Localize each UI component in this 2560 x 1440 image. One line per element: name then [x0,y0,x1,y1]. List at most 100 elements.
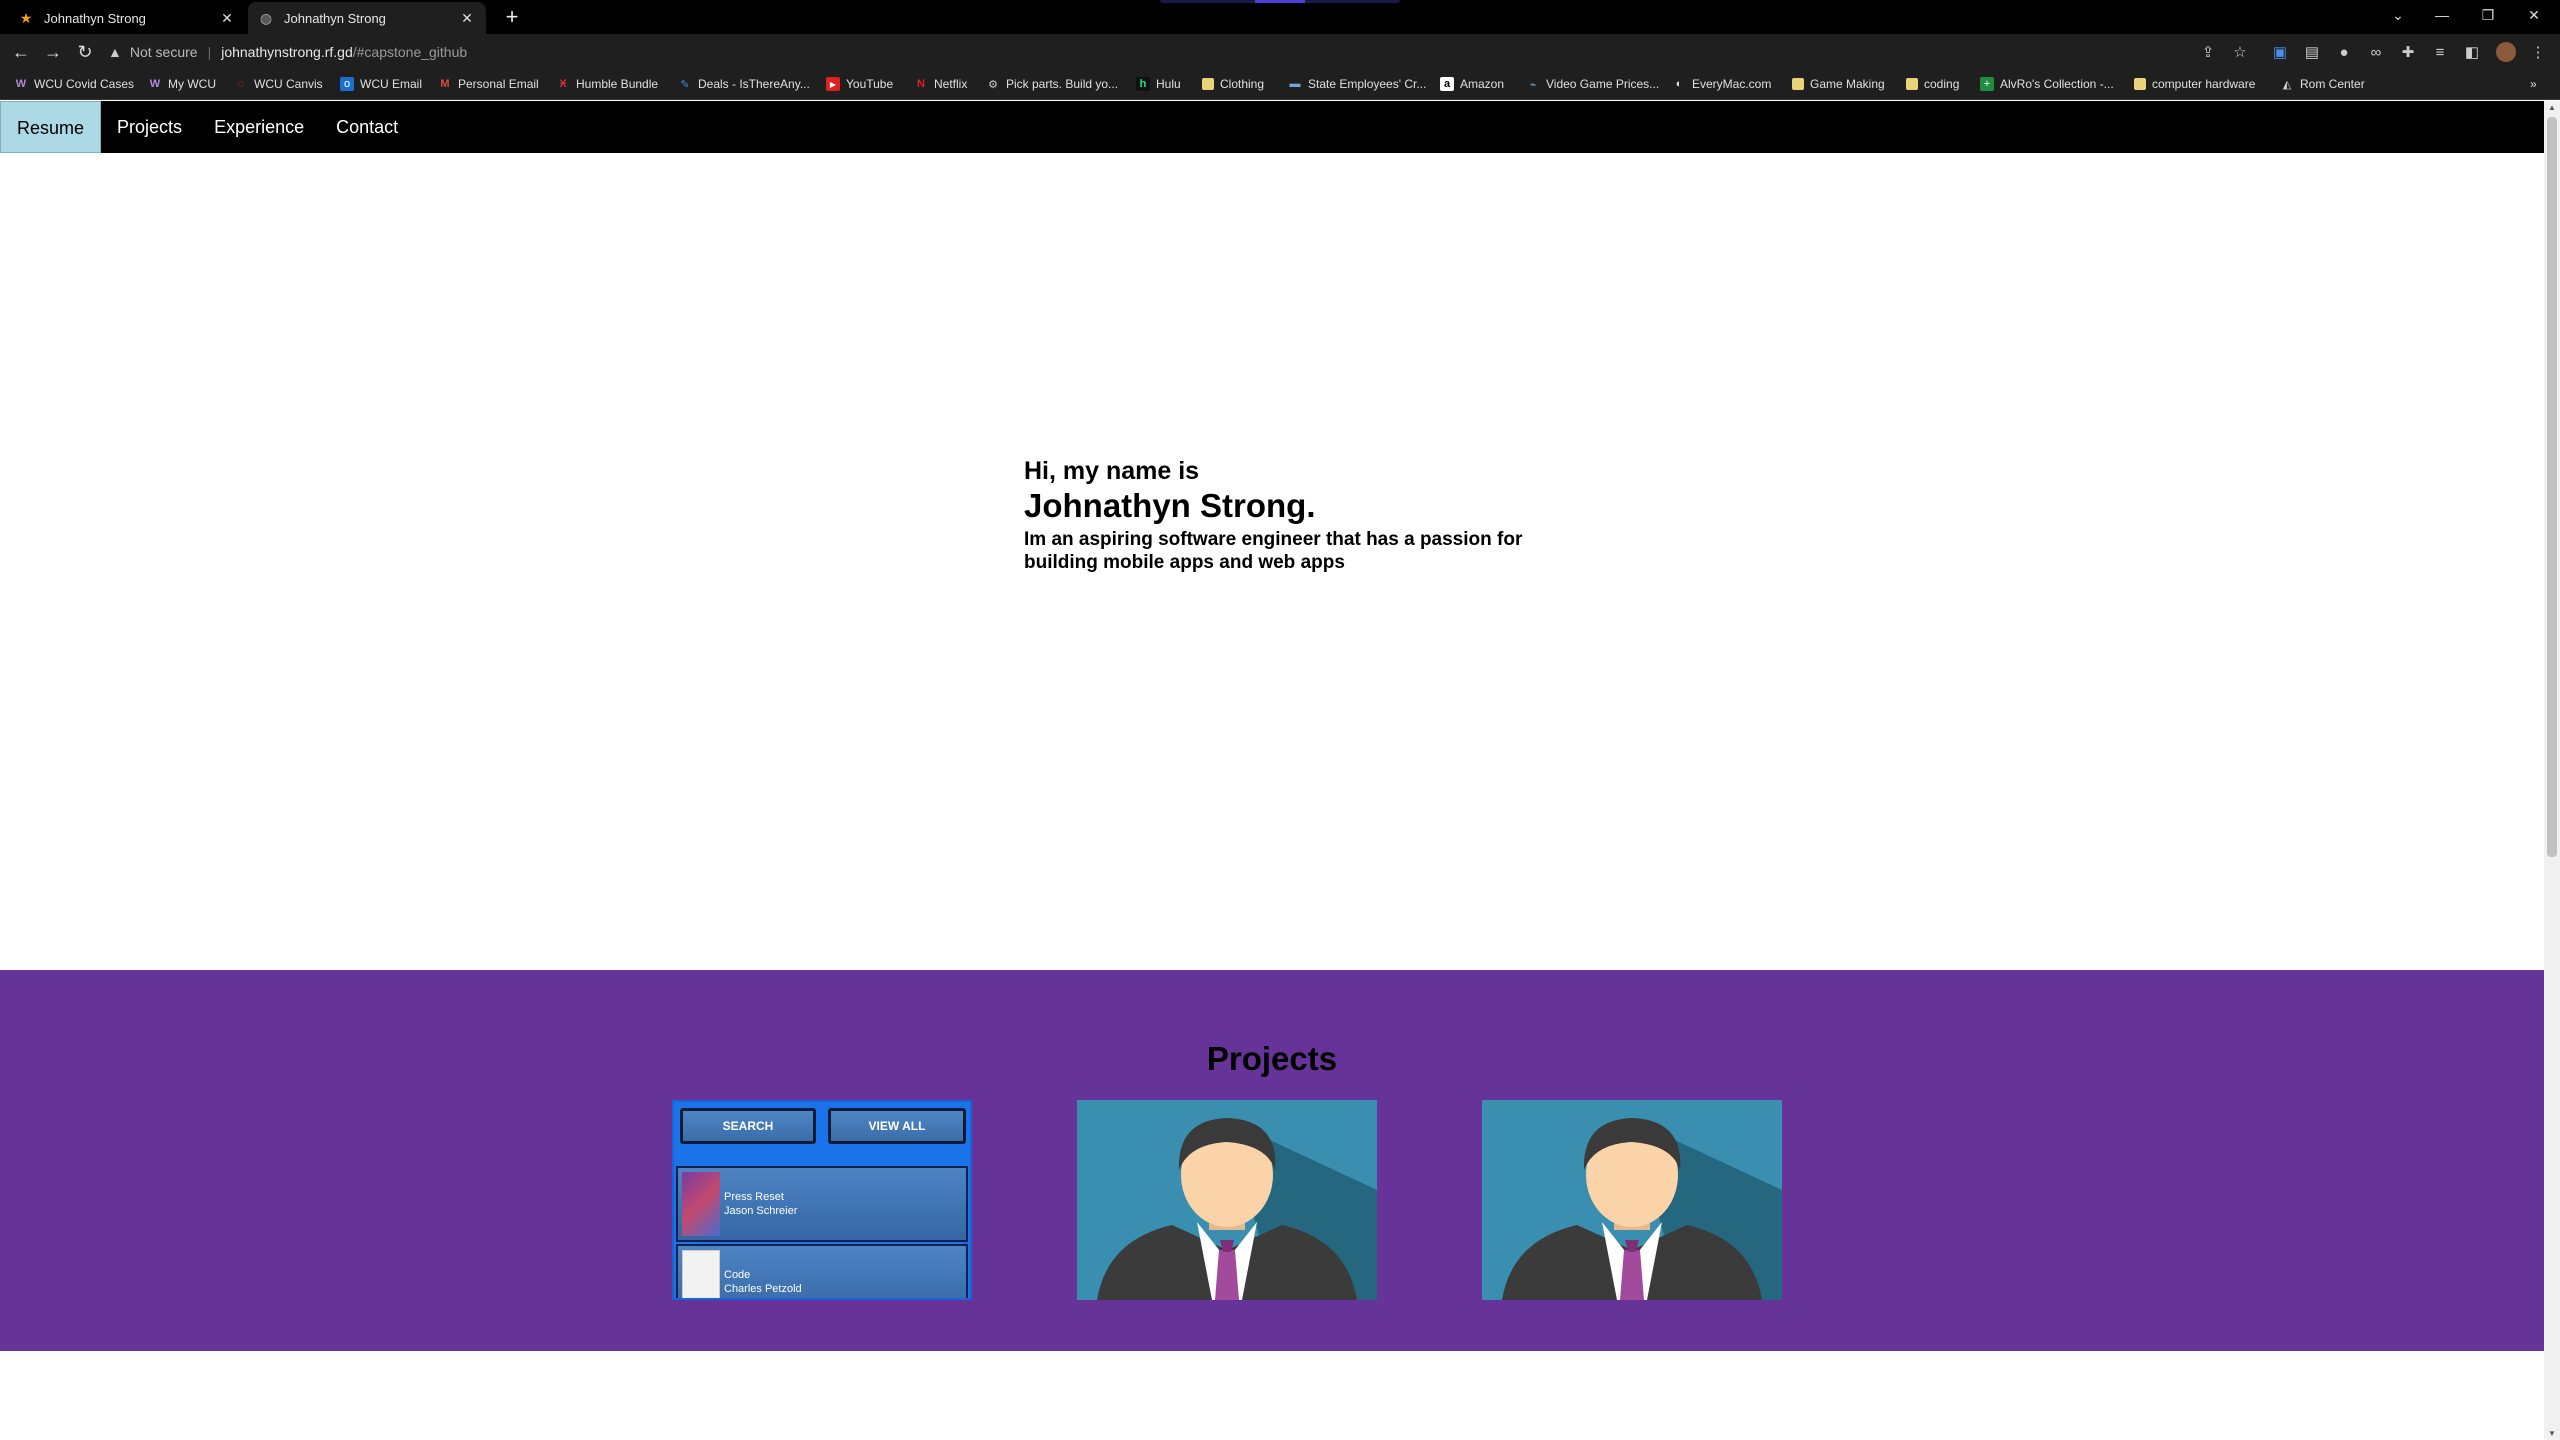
folder-icon [2134,78,2146,90]
book-cover-image [682,1250,720,1298]
bookmark-folder[interactable]: Clothing [1202,74,1264,94]
site-nav: Resume Projects Experience Contact [0,101,2544,153]
close-tab-icon[interactable]: ✕ [458,9,476,27]
bookmark-label: State Employees' Cr... [1308,77,1427,91]
book-title: Code [724,1269,751,1281]
glasses-extension-icon[interactable]: ∞ [2366,42,2386,62]
bookmark-item[interactable]: N Netflix [914,74,967,94]
window-drag-indicator [1160,0,1400,3]
side-panel-icon[interactable]: ◧ [2462,42,2482,62]
pcpartpicker-icon: ⚙ [988,78,998,91]
star-favicon-icon: ★ [19,9,33,26]
book-author: Charles Petzold [724,1283,802,1295]
scroll-down-arrow-icon[interactable]: ▼ [2548,1429,2556,1438]
close-window-icon[interactable]: ✕ [2512,0,2556,30]
hero-greeting: Hi, my name is [1024,457,1200,485]
hero-intro: Hi, my name is Johnathyn Strong. Im an a… [1024,456,1544,574]
back-arrow-icon[interactable]: ← [8,39,34,65]
kebab-menu-icon[interactable]: ⋮ [2528,42,2548,62]
bookmark-label: Netflix [934,77,968,91]
nav-resume[interactable]: Resume [0,101,102,153]
bookmark-label: Hulu [1156,77,1181,91]
nav-experience[interactable]: Experience [198,101,320,153]
url-host: johnathynstrong.rf.gd [221,44,353,60]
bank-icon: ▬ [1289,78,1301,90]
bookmark-label: EveryMac.com [1692,77,1772,91]
netflix-icon: N [917,78,925,90]
address-bar[interactable]: ▲ Not secure | johnathynstrong.rf.gd /#c… [108,38,2248,66]
bookmark-item[interactable]: W My WCU [148,74,216,94]
bookmark-item[interactable]: + AlvRo's Collection -... [1980,74,2114,94]
project-card-placeholder[interactable] [1077,1100,1377,1300]
extension-circle-icon[interactable]: ● [2334,42,2354,62]
page-scrollbar[interactable]: ▲ ▼ [2544,101,2560,1440]
game-icon: ⌁ [1529,78,1537,91]
bookmark-label: Personal Email [458,77,539,91]
new-tab-button[interactable]: + [500,6,524,30]
app-view-all-button: VIEW ALL [828,1108,966,1144]
profile-avatar-icon[interactable] [2496,42,2516,62]
bookmark-item[interactable]: Ӿ Humble Bundle [556,74,658,94]
tab-title: Johnathyn Strong [284,10,386,26]
scroll-up-arrow-icon[interactable]: ▲ [2548,103,2556,112]
translate-extension-icon[interactable]: ▣ [2270,42,2290,62]
reading-list-icon[interactable]: ≡ [2430,42,2450,62]
bookmark-item[interactable]: ⚙ Pick parts. Build yo... [986,74,1118,94]
bookmark-label: YouTube [846,77,894,91]
nav-projects[interactable]: Projects [101,101,198,153]
outlook-icon: o [340,77,354,91]
app-book-row: Press Reset Jason Schreier [676,1166,968,1242]
bookmark-item[interactable]: M Personal Email [438,74,539,94]
bookmark-item[interactable]: ◐ EveryMac.com [1672,74,1772,94]
hero-tagline: Im an aspiring software engineer that ha… [1024,529,1523,573]
forward-arrow-icon[interactable]: → [40,39,66,65]
bookmark-folder[interactable]: coding [1906,74,1959,94]
bookmark-star-icon[interactable]: ☆ [2230,42,2250,62]
bookmark-item[interactable]: ▶ YouTube [826,74,893,94]
bookmark-folder[interactable]: computer hardware [2134,74,2255,94]
tab-search-chevron-icon[interactable]: ⌄ [2376,0,2420,30]
bookmark-item[interactable]: o WCU Email [340,74,422,94]
browser-tab[interactable]: ★ Johnathyn Strong ✕ [8,2,246,34]
project-card-book-app[interactable]: SEARCH VIEW ALL Press Reset Jason Schrei… [672,1100,972,1300]
bookmark-item[interactable]: a Amazon [1440,74,1504,94]
person-avatar-icon [1482,1100,1782,1300]
bookmark-folder[interactable]: Game Making [1792,74,1885,94]
hero-name: Johnathyn Strong. [1024,487,1316,524]
more-bookmarks-icon[interactable]: » [2530,74,2537,94]
bookmark-item[interactable]: ✎ Deals - IsThereAny... [678,74,809,94]
puzzle-extensions-icon[interactable]: ✚ [2398,42,2418,62]
bookmark-label: Pick parts. Build yo... [1006,77,1119,91]
security-label: Not secure [129,44,198,60]
browser-toolbar: ← → ↻ ▲ Not secure | johnathynstrong.rf.… [0,34,2560,68]
minimize-icon[interactable]: — [2420,0,2464,30]
browser-tab-active[interactable]: ◍ Johnathyn Strong ✕ [248,2,486,34]
bookmark-label: Video Game Prices... [1546,77,1660,91]
bookmark-item[interactable]: ⌁ Video Game Prices... [1526,74,1659,94]
globe-favicon-icon: ◍ [259,9,273,26]
project-card-placeholder[interactable] [1482,1100,1782,1300]
canvas-icon: ◌ [237,78,245,90]
share-icon[interactable]: ⇪ [2198,42,2218,62]
reload-icon[interactable]: ↻ [72,39,98,65]
close-tab-icon[interactable]: ✕ [218,9,236,27]
bookmark-label: Rom Center [2300,77,2365,91]
bookmark-item[interactable]: ◌ WCU Canvis [234,74,323,94]
nav-contact[interactable]: Contact [320,101,414,153]
bookmark-label: Game Making [1810,77,1885,91]
folder-icon [1792,78,1804,90]
humble-icon: Ӿ [559,78,567,90]
deals-icon: ✎ [680,78,690,91]
bookmark-label: Clothing [1220,77,1265,91]
bookmark-item[interactable]: h Hulu [1136,74,1181,94]
app-book-row: Code Charles Petzold [676,1244,968,1298]
bookmark-label: My WCU [168,77,216,91]
hulu-icon: h [1136,77,1150,91]
extension-icon[interactable]: ▤ [2302,42,2322,62]
bookmark-item[interactable]: W WCU Covid Cases [14,74,134,94]
sheets-icon: + [1980,77,1994,91]
bookmark-item[interactable]: ▬ State Employees' Cr... [1288,74,1427,94]
scrollbar-thumb[interactable] [2547,117,2557,857]
bookmark-item[interactable]: ◭ Rom Center [2280,74,2365,94]
restore-icon[interactable]: ❐ [2466,0,2510,30]
